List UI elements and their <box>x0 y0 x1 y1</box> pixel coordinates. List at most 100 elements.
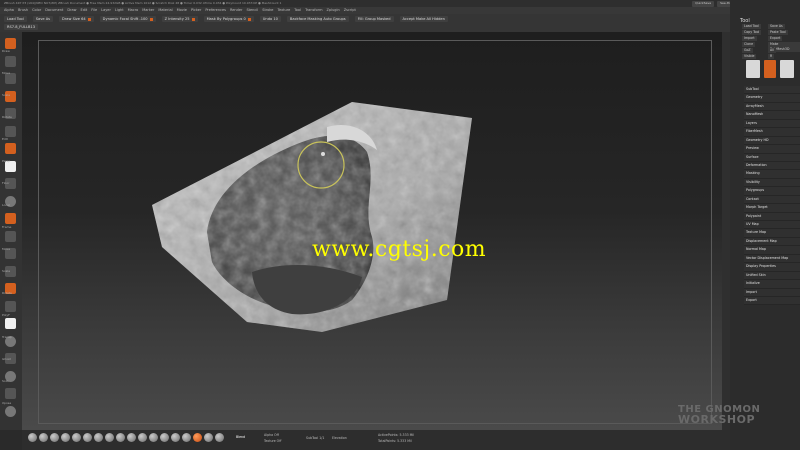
tool-submenu-morph-target[interactable]: Morph Target <box>744 204 800 213</box>
menu-item-material[interactable]: Material <box>158 8 172 12</box>
menu-item-marker[interactable]: Marker <box>142 8 154 12</box>
texture-off-label[interactable]: Texture Off <box>264 439 281 443</box>
tool-palette-button-4[interactable]: Import <box>742 36 757 41</box>
brush-trimdynamic[interactable] <box>83 433 92 442</box>
brush-standard[interactable] <box>28 433 37 442</box>
brush-zmodeler[interactable] <box>160 433 169 442</box>
brush-maskpen[interactable] <box>182 433 191 442</box>
menu-item-macro[interactable]: Macro <box>128 8 139 12</box>
tool-submenu-display-properties[interactable]: Display Properties <box>744 263 800 272</box>
toolbar-button-7[interactable]: Backface Masking Auto Groups <box>286 16 349 22</box>
tool-submenu-polypaint[interactable]: Polypaint <box>744 212 800 221</box>
left-shelf-icon-15[interactable] <box>5 300 16 312</box>
tool-submenu-contact[interactable]: Contact <box>744 195 800 205</box>
tool-submenu-import[interactable]: Import <box>744 288 800 297</box>
left-shelf-icon-16[interactable] <box>5 318 16 329</box>
left-shelf-icon-5[interactable] <box>5 125 16 137</box>
toolbar-button-8[interactable]: Fill: Group Masked <box>354 16 394 22</box>
brush-dam_standard[interactable] <box>105 433 114 442</box>
menu-item-document[interactable]: Document <box>45 8 63 12</box>
toolbar-button-9[interactable]: Accept Make All Hidden <box>399 16 448 22</box>
tool-thumbnail-2[interactable] <box>764 60 776 78</box>
toolbar-button-1[interactable]: Save As <box>32 16 54 22</box>
brush-pinch[interactable] <box>72 433 81 442</box>
menu-item-movie[interactable]: Movie <box>177 8 187 12</box>
brush-inflat[interactable] <box>61 433 70 442</box>
tool-palette-button-10[interactable]: Visible <box>742 54 757 59</box>
tool-palette-button-1[interactable]: Save As <box>768 24 785 29</box>
menu-item-edit[interactable]: Edit <box>81 8 88 12</box>
tool-submenu-polygroups[interactable]: Polygroups <box>744 187 800 196</box>
tool-submenu-normal-map[interactable]: Normal Map <box>744 246 800 255</box>
tool-palette-button-0[interactable]: Load Tool <box>742 24 761 29</box>
menu-item-color[interactable]: Color <box>32 8 41 12</box>
tool-submenu-geometry-hd[interactable]: Geometry HD <box>744 136 800 146</box>
left-shelf-icon-11[interactable] <box>5 230 16 242</box>
alpha-off-label[interactable]: Alpha Off <box>264 433 279 437</box>
tool-submenu-geometry[interactable]: Geometry <box>744 94 800 103</box>
menu-item-file[interactable]: File <box>91 8 97 12</box>
tool-submenu-fibermesh[interactable]: FiberMesh <box>744 128 800 137</box>
menu-item-draw[interactable]: Draw <box>67 8 76 12</box>
brush-stroke[interactable] <box>215 433 224 442</box>
toolbar-button-0[interactable]: Load Tool <box>4 16 27 22</box>
tool-submenu-arraymesh[interactable]: ArrayMesh <box>744 102 800 112</box>
tool-submenu-surface[interactable]: Surface <box>744 153 800 162</box>
tool-submenu-deformation[interactable]: Deformation <box>744 161 800 171</box>
toolbar-button-2[interactable]: Draw Size 64 <box>59 16 94 22</box>
tool-submenu-subtool[interactable]: SubTool <box>744 86 800 95</box>
menu-item-texture[interactable]: Texture <box>277 8 290 12</box>
tool-palette-button-3[interactable]: Paste Tool <box>768 30 788 35</box>
brush-selectrect[interactable] <box>193 433 202 442</box>
menu-item-brush[interactable]: Brush <box>18 8 28 12</box>
menu-item-render[interactable]: Render <box>230 8 242 12</box>
brush-smooth[interactable] <box>171 433 180 442</box>
tool-palette-button-11[interactable]: R <box>768 54 775 59</box>
tool-palette-button-8[interactable]: GoZ <box>742 48 753 53</box>
brush-hpolish[interactable] <box>94 433 103 442</box>
menu-item-picker[interactable]: Picker <box>191 8 201 12</box>
brush-slash3[interactable] <box>127 433 136 442</box>
menu-item-preferences[interactable]: Preferences <box>205 8 226 12</box>
brush-claybuildup[interactable] <box>50 433 59 442</box>
menu-item-transform[interactable]: Transform <box>305 8 322 12</box>
menu-item-zscript[interactable]: Zscript <box>344 8 356 12</box>
menu-item-stencil[interactable]: Stencil <box>246 8 258 12</box>
tool-submenu-initialize[interactable]: Initialize <box>744 280 800 289</box>
left-shelf-icon-6[interactable] <box>5 143 16 154</box>
menu-item-tool[interactable]: Tool <box>294 8 301 12</box>
tool-submenu-texture-map[interactable]: Texture Map <box>744 229 800 238</box>
brush-clay[interactable] <box>116 433 125 442</box>
tool-palette-button-6[interactable]: Clone <box>742 42 756 47</box>
toolbar-button-3[interactable]: Dynamic Focal Shift -100 <box>99 16 156 22</box>
toolbar-button-5[interactable]: Mask By Polygroups 0 <box>203 16 254 22</box>
menu-item-layer[interactable]: Layer <box>101 8 111 12</box>
tool-palette-button-2[interactable]: Copy Tool <box>742 30 762 35</box>
tool-submenu-vector-displacement-map[interactable]: Vector Displacement Map <box>744 254 800 264</box>
toolbar-button-4[interactable]: Z Intensity 25 <box>161 16 198 22</box>
brush-flatten[interactable] <box>138 433 147 442</box>
menu-item-light[interactable]: Light <box>115 8 124 12</box>
tool-palette-button-9[interactable]: All <box>768 48 776 53</box>
tool-submenu-masking[interactable]: Masking <box>744 170 800 179</box>
tool-thumbnail[interactable] <box>746 60 760 78</box>
toolbar-button-6[interactable]: Undo 10 <box>259 16 281 22</box>
tool-submenu-layers[interactable]: Layers <box>744 119 800 129</box>
menu-item-alpha[interactable]: Alpha <box>4 8 14 12</box>
left-shelf-icon-20[interactable] <box>5 388 16 399</box>
brush-move[interactable] <box>39 433 48 442</box>
tool-submenu-uv-map[interactable]: UV Map <box>744 221 800 230</box>
left-shelf-icon-10[interactable] <box>5 213 16 224</box>
menu-item-stroke[interactable]: Stroke <box>262 8 273 12</box>
brush-snakehook[interactable] <box>149 433 158 442</box>
tool-palette-button-5[interactable]: Export <box>768 36 783 41</box>
tool-submenu-displacement-map[interactable]: Displacement Map <box>744 237 800 247</box>
tool-submenu-preview[interactable]: Preview <box>744 145 800 154</box>
brush-sphere[interactable] <box>204 433 213 442</box>
tool-submenu-nanomesh[interactable]: NanoMesh <box>744 111 800 120</box>
left-shelf-icon-21[interactable] <box>5 405 16 417</box>
tool-thumbnail-3[interactable] <box>780 60 794 78</box>
menu-item-zplugin[interactable]: Zplugin <box>326 8 339 12</box>
tool-submenu-unified-skin[interactable]: Unified Skin <box>744 271 800 281</box>
tool-submenu-export[interactable]: Export <box>744 296 800 306</box>
